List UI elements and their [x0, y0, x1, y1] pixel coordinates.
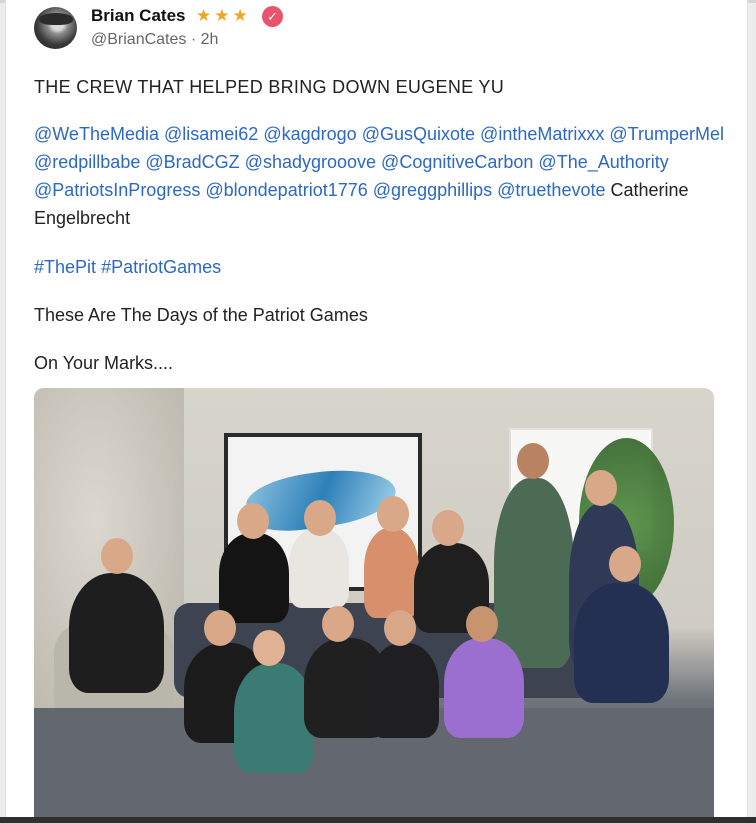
mention-link[interactable]: @shadygrooove — [245, 152, 376, 172]
person-head — [322, 606, 354, 642]
person — [574, 583, 669, 703]
person-head — [253, 630, 285, 666]
person — [369, 643, 439, 738]
post-line-days: These Are The Days of the Patriot Games — [34, 305, 368, 325]
avatar-hat — [39, 13, 73, 25]
mention-link[interactable]: @redpillbabe — [34, 152, 140, 172]
post-headline: THE CREW THAT HELPED BRING DOWN EUGENE Y… — [34, 77, 505, 97]
person — [69, 573, 164, 693]
mentions-block: @WeTheMedia @lisamei62 @kagdrogo @GusQui… — [34, 120, 724, 232]
mention-link[interactable]: @PatriotsInProgress — [34, 180, 200, 200]
mention-link[interactable]: @BradCGZ — [145, 152, 239, 172]
mention-link[interactable]: @CognitiveCarbon — [381, 152, 533, 172]
bottom-bar — [0, 817, 756, 823]
mention-link[interactable]: @WeTheMedia — [34, 124, 159, 144]
person-head — [377, 496, 409, 532]
person-head — [101, 538, 133, 574]
person-head — [384, 610, 416, 646]
person-head — [432, 510, 464, 546]
mention-link[interactable]: @lisamei62 — [164, 124, 258, 144]
person — [444, 638, 524, 738]
person — [219, 533, 289, 623]
post-line-marks: On Your Marks.... — [34, 353, 174, 373]
person-head — [466, 606, 498, 642]
star-icon: ★★★ — [196, 6, 251, 25]
mention-link[interactable]: @truethevote — [497, 180, 605, 200]
person-head — [204, 610, 236, 646]
mention-link[interactable]: @blondepatriot1776 — [205, 180, 367, 200]
time-separator: · — [186, 31, 201, 48]
hashtag-link[interactable]: #ThePit — [34, 257, 96, 277]
mention-link[interactable]: @kagdrogo — [263, 124, 356, 144]
mention-link[interactable]: @GusQuixote — [362, 124, 475, 144]
person-head — [609, 546, 641, 582]
avatar[interactable] — [34, 7, 77, 49]
post-photo[interactable] — [34, 388, 714, 823]
mention-link[interactable]: @TrumperMel — [609, 124, 724, 144]
author-handle-line: @BrianCates · 2h — [91, 31, 218, 49]
post-time[interactable]: 2h — [201, 31, 219, 48]
person — [494, 478, 574, 668]
hashtag-link[interactable]: #PatriotGames — [101, 257, 221, 277]
verified-badge-icon: ✓ — [262, 6, 283, 27]
mention-link[interactable]: @intheMatrixxx — [480, 124, 604, 144]
person — [289, 528, 349, 608]
author-handle[interactable]: @BrianCates — [91, 31, 186, 48]
person — [234, 663, 314, 773]
author-name[interactable]: Brian Cates — [91, 6, 185, 26]
person — [364, 528, 419, 618]
hashtags-line: #ThePit #PatriotGames — [34, 253, 221, 281]
person-head — [304, 500, 336, 536]
mention-link[interactable]: @The_Authority — [538, 152, 668, 172]
mention-link[interactable]: @greggphillips — [373, 180, 492, 200]
person-head — [237, 503, 269, 539]
person-head — [517, 443, 549, 479]
person-head — [585, 470, 617, 506]
